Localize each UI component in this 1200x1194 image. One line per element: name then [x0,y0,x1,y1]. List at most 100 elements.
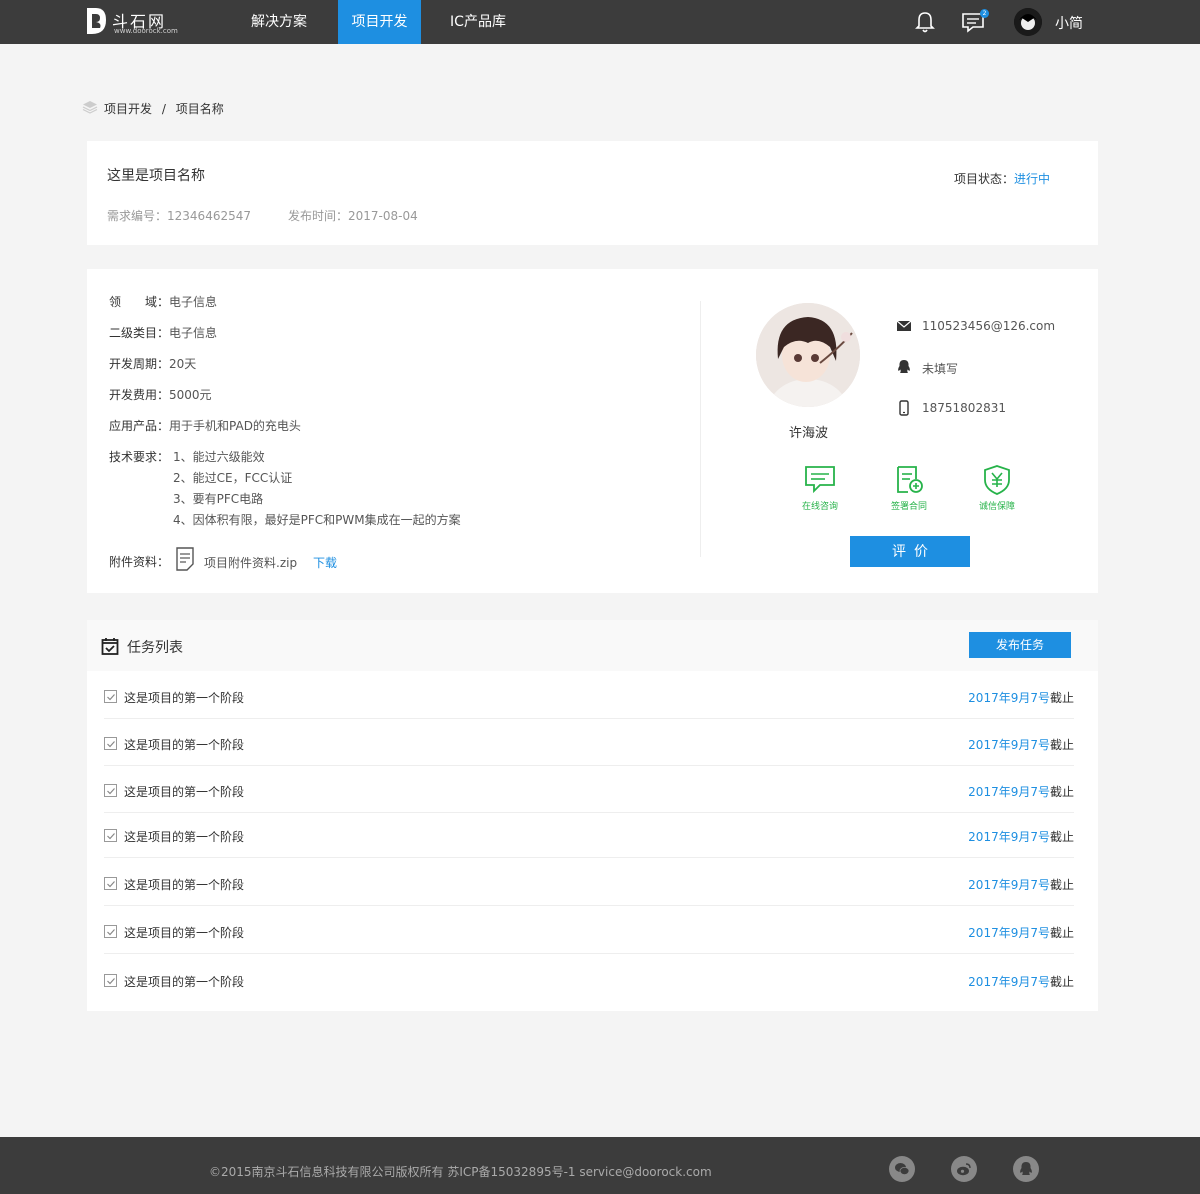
tech-requirement: 2、能过CE，FCC认证 [173,471,293,485]
task-due-suffix: 截止 [1049,975,1074,989]
task-row[interactable]: 这是项目的第一个阶段 2017年9月7号截止 [104,906,1074,954]
contact-email: 110523456@126.com [922,319,1056,333]
attachment-label: 附件资料： [109,555,170,569]
task-row[interactable]: 这是项目的第一个阶段 2017年9月7号截止 [104,671,1074,719]
check-icon [107,881,115,888]
online-consult-label: 在线咨询 [801,502,838,512]
detail-cycle-label: 开发周期： [109,357,170,371]
task-due-date: 2017年9月7号 [968,691,1050,705]
task-due: 2017年9月7号截止 [968,736,1074,753]
task-due-date: 2017年9月7号 [968,975,1050,989]
task-row[interactable]: 这是项目的第一个阶段 2017年9月7号截止 [104,718,1074,766]
task-list-title: 任务列表 [127,640,183,656]
contact-avatar [756,303,860,407]
attachment-download-link[interactable]: 下载 [313,554,337,571]
task-checkbox[interactable] [104,974,117,987]
integrity-guarantee-label: 诚信保障 [978,502,1015,512]
integrity-guarantee-button[interactable]: 诚信保障 [967,465,1027,512]
check-icon [107,694,115,701]
qq-icon [1020,1162,1032,1175]
evaluate-button[interactable]: 评价 [850,536,970,567]
vertical-divider [700,301,701,557]
detail-cycle: 开发周期：20天 [109,355,196,372]
detail-cost-value: 5000元 [169,388,212,402]
detail-tech-label-text: 技术要求： [109,450,170,464]
project-status-label: 项目状态： [953,172,1014,186]
tech-requirement: 4、因体积有限，最好是PFC和PWM集成在一起的方案 [173,513,461,527]
user-avatar-icon [1014,8,1042,36]
task-row[interactable]: 这是项目的第一个阶段 2017年9月7号截止 [104,810,1074,858]
check-icon [107,978,115,985]
detail-subcategory-value: 电子信息 [169,326,218,340]
qq-link[interactable] [1013,1156,1039,1182]
bell-icon[interactable] [913,10,937,34]
breadcrumb-text: 项目开发 / 项目名称 [104,100,224,117]
nav-ic-library[interactable]: IC产品库 [436,0,520,44]
wechat-link[interactable] [889,1156,915,1182]
task-checkbox[interactable] [104,690,117,703]
contract-icon [897,466,923,493]
task-due-suffix: 截止 [1049,926,1074,940]
sign-contract-label: 签署合同 [890,502,927,512]
task-checkbox[interactable] [104,925,117,938]
weibo-link[interactable] [951,1156,977,1182]
check-icon [107,741,115,748]
document-icon [176,547,194,571]
contact-avatar-icon [756,303,860,407]
detail-product: 应用产品：用于手机和PAD的充电头 [109,417,301,434]
task-name: 这是项目的第一个阶段 [124,785,245,799]
detail-field-value: 电子信息 [169,295,218,309]
task-due-date: 2017年9月7号 [968,830,1050,844]
task-name: 这是项目的第一个阶段 [124,878,245,892]
detail-cost-label: 开发费用： [109,388,170,402]
task-due-suffix: 截止 [1049,738,1074,752]
project-status: 项目状态：进行中 [954,170,1050,187]
task-due-suffix: 截止 [1049,785,1074,799]
task-name: 这是项目的第一个阶段 [124,738,245,752]
breadcrumb-parent[interactable]: 项目开发 [104,102,152,116]
task-row[interactable]: 这是项目的第一个阶段 2017年9月7号截止 [104,858,1074,906]
task-due: 2017年9月7号截止 [968,783,1074,800]
top-navigation-bar: 斗石网 www.doorock.com 解决方案 项目开发 IC产品库 2 小简 [0,0,1200,44]
task-due: 2017年9月7号截止 [968,828,1074,845]
task-row[interactable]: 这是项目的第一个阶段 2017年9月7号截止 [104,955,1074,1003]
task-name: 这是项目的第一个阶段 [124,975,245,989]
task-due: 2017年9月7号截止 [968,973,1074,990]
online-consult-button[interactable]: 在线咨询 [790,465,850,512]
task-row[interactable]: 这是项目的第一个阶段 2017年9月7号截止 [104,765,1074,813]
task-checkbox[interactable] [104,877,117,890]
nav-project-dev[interactable]: 项目开发 [338,0,421,44]
nav-solutions[interactable]: 解决方案 [236,0,322,44]
task-checkbox[interactable] [104,737,117,750]
task-due-suffix: 截止 [1049,691,1074,705]
detail-product-value: 用于手机和PAD的充电头 [169,419,301,433]
publish-time: 发布时间：2017-08-04 [288,207,418,224]
tech-requirement: 1、能过六级能效 [173,450,265,464]
task-due: 2017年9月7号截止 [968,689,1074,706]
detail-subcategory-label: 二级类目： [109,326,170,340]
sign-contract-button[interactable]: 签署合同 [879,465,939,512]
detail-subcategory: 二级类目：电子信息 [109,324,217,341]
project-summary-card: 这里是项目名称 需求编号：12346462547 发布时间：2017-08-04… [87,141,1098,245]
mail-icon [896,320,912,331]
project-status-value: 进行中 [1013,172,1050,186]
publish-task-button[interactable]: 发布任务 [969,632,1071,658]
breadcrumb-separator: / [161,102,166,116]
task-list-header: 任务列表 发布任务 [87,620,1098,671]
requirement-number: 需求编号：12346462547 [107,207,251,224]
task-checkbox[interactable] [104,784,117,797]
phone-icon [899,400,909,416]
task-checkbox[interactable] [104,829,117,842]
user-name[interactable]: 小简 [1055,13,1083,33]
detail-product-label: 应用产品： [109,419,170,433]
logo-mark-icon [87,8,106,34]
site-logo[interactable]: 斗石网 www.doorock.com [84,6,184,38]
breadcrumb-current: 项目名称 [175,102,224,116]
user-avatar[interactable] [1014,8,1042,36]
task-due: 2017年9月7号截止 [968,876,1074,893]
task-name: 这是项目的第一个阶段 [124,830,245,844]
project-title: 这里是项目名称 [107,168,205,184]
chat-icon [805,466,835,494]
project-details-card: 领 域：电子信息 二级类目：电子信息 开发周期：20天 开发费用：5000元 应… [87,269,1098,593]
layers-icon [82,101,98,114]
